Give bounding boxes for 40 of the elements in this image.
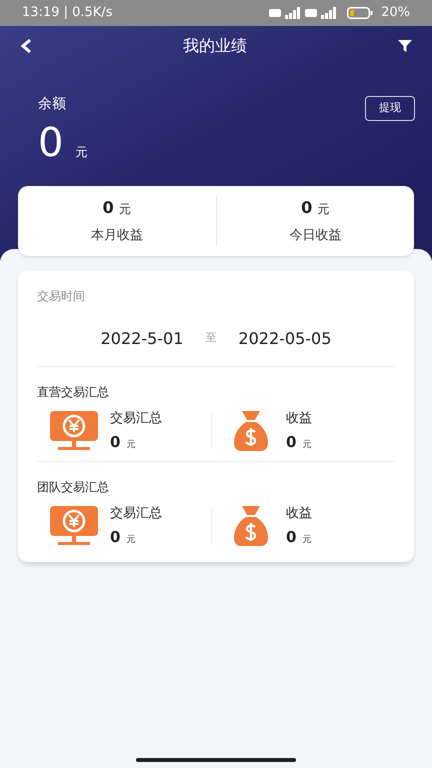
item-unit: 元	[302, 438, 312, 452]
end-date[interactable]: 2022-05-05	[238, 326, 332, 350]
item-label: 收益	[286, 410, 312, 428]
money-bag-icon	[234, 411, 268, 451]
balance-label: 余额	[38, 95, 66, 114]
summary-value: 0	[102, 197, 114, 220]
filter-icon	[398, 39, 412, 53]
battery-percent: 20%	[381, 4, 410, 22]
back-button[interactable]	[20, 38, 32, 54]
section-title: 直营交易汇总	[37, 385, 109, 399]
summary-label: 本月收益	[90, 227, 143, 246]
money-bag-icon	[234, 506, 268, 546]
section-title: 团队交易汇总	[37, 480, 109, 494]
summary-unit: 元	[317, 201, 330, 218]
status-time: 13:19 | 0.5K/s	[22, 4, 112, 22]
battery-icon	[347, 7, 374, 19]
date-separator: 至	[204, 330, 218, 346]
balance-unit: 元	[75, 144, 88, 160]
balance-amount: 0	[38, 122, 64, 162]
item-value: 0	[110, 432, 120, 452]
item-label: 交易汇总	[110, 505, 162, 523]
item-value: 0	[286, 432, 296, 452]
summary-unit: 元	[118, 201, 131, 218]
item-unit: 元	[302, 534, 312, 546]
item-unit: 元	[126, 534, 136, 546]
item-unit: 元	[126, 438, 136, 452]
summary-label: 今日收益	[289, 227, 342, 246]
start-date[interactable]: 2022-5-01	[100, 326, 184, 350]
period-label: 交易时间	[37, 289, 85, 303]
page-title: 我的业绩	[183, 35, 247, 57]
withdraw-button[interactable]: 提现	[365, 96, 415, 120]
back-icon	[20, 38, 32, 54]
monitor-yen-icon	[50, 411, 98, 451]
item-value: 0	[286, 526, 296, 548]
summary-value: 0	[301, 197, 312, 220]
item-value: 0	[110, 526, 120, 548]
item-label: 收益	[286, 505, 312, 523]
filter-button[interactable]	[398, 39, 412, 53]
item-label: 交易汇总	[110, 410, 162, 428]
monitor-yen-icon	[50, 506, 98, 546]
